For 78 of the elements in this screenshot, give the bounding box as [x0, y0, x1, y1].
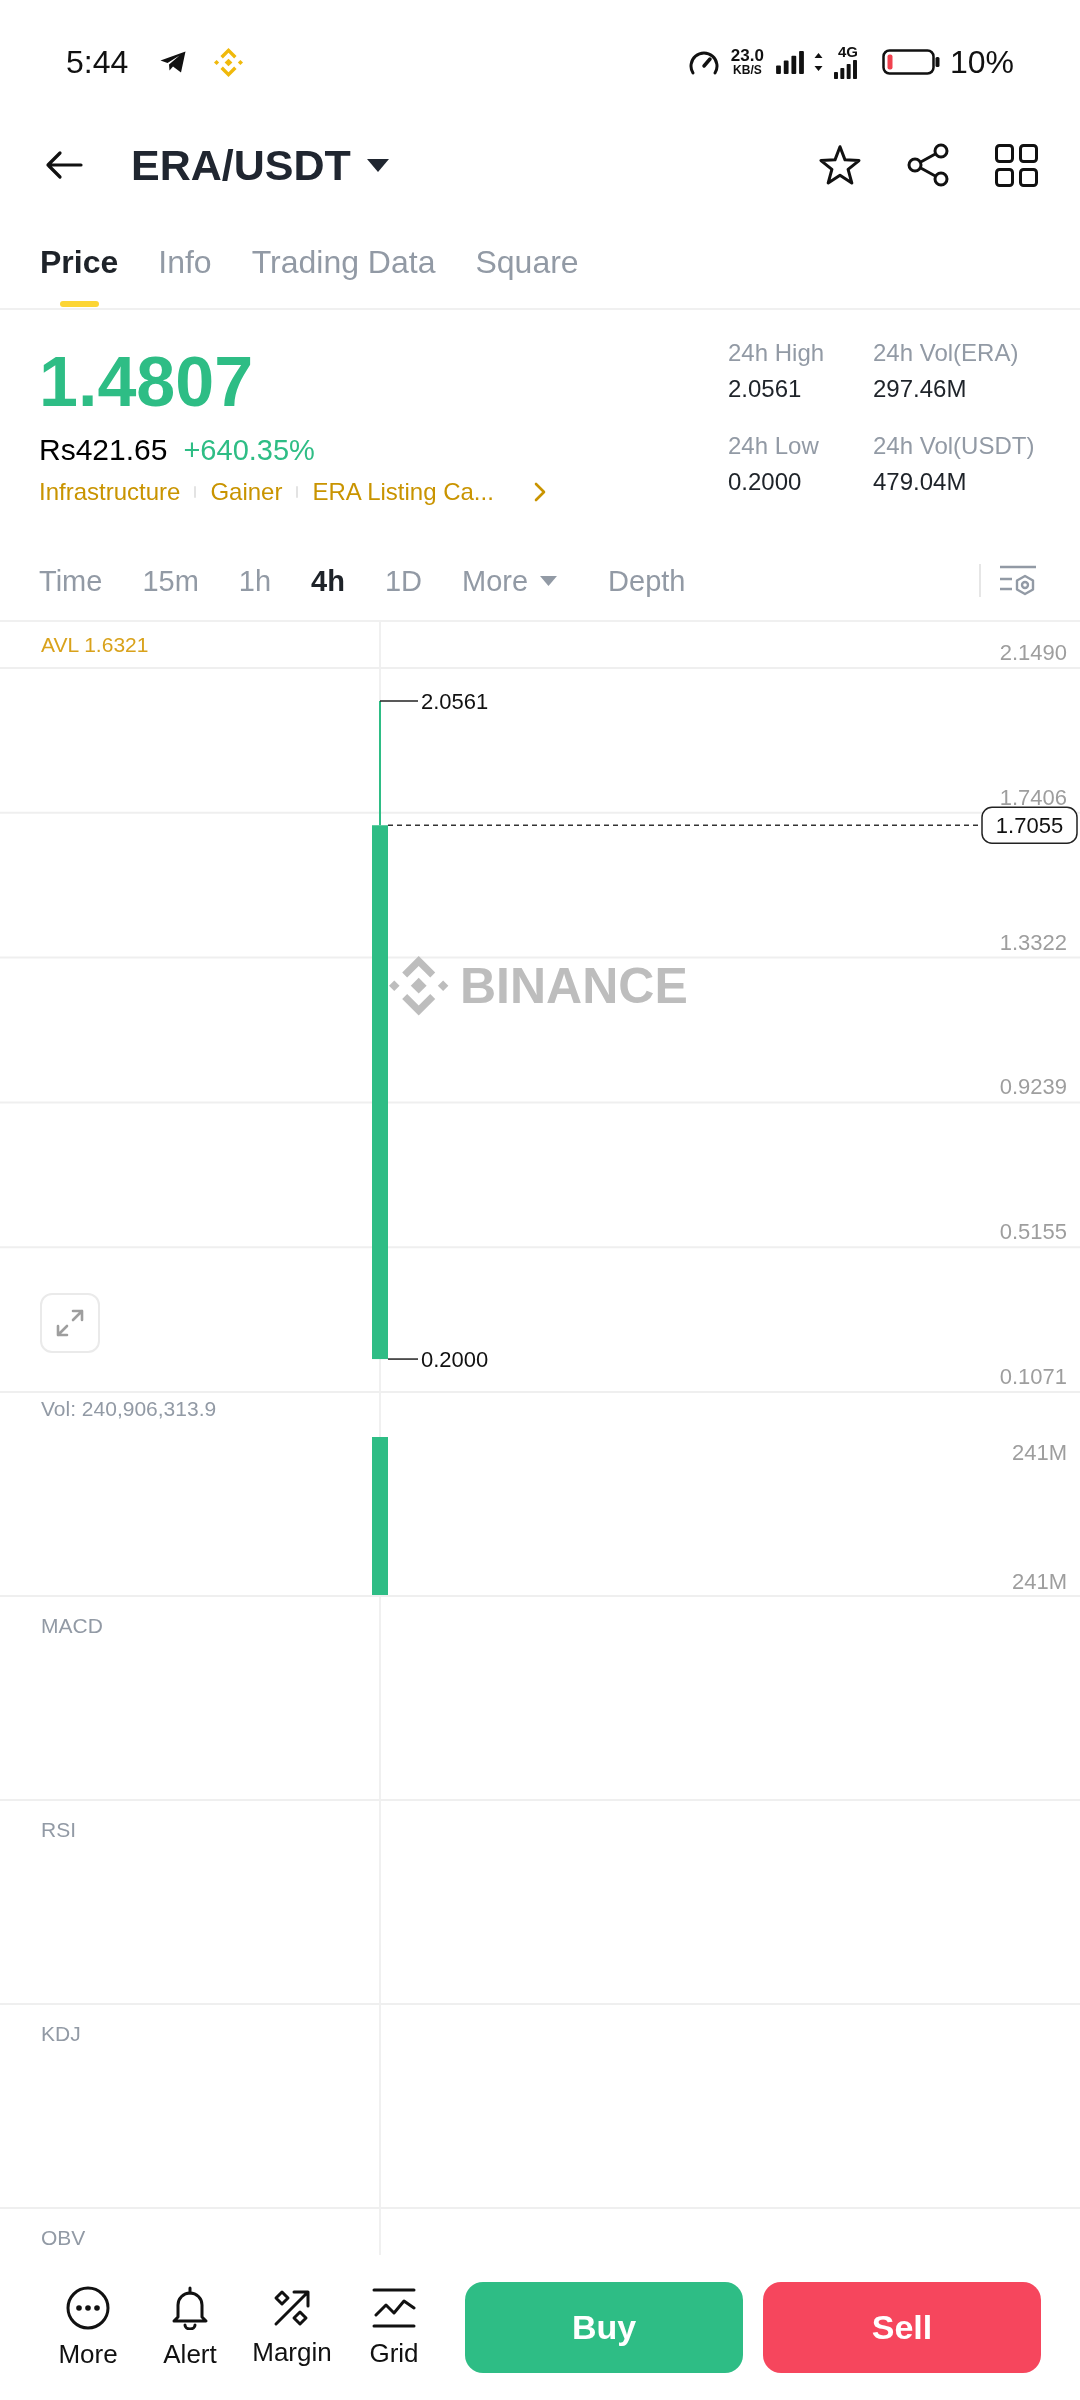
stat-value: 2.0561	[728, 374, 802, 404]
interval-tab[interactable]: Depth	[608, 563, 686, 598]
leader-line	[387, 1358, 419, 1360]
tag-link[interactable]: Infrastructure	[39, 477, 181, 507]
chart-lines-icon	[372, 2287, 416, 2329]
indicator-label: RSI	[41, 1818, 76, 1842]
tab[interactable]: Info	[158, 242, 212, 308]
last-price-tag: 1.7055	[981, 806, 1078, 844]
tab[interactable]: Price	[40, 242, 119, 308]
high-price-label: 2.0561	[421, 688, 489, 714]
axis-label: 1.3322	[999, 929, 1067, 955]
indicator-label: OBV	[41, 2226, 86, 2250]
sell-button[interactable]: Sell	[763, 2282, 1041, 2373]
tab[interactable]: Square	[475, 242, 579, 308]
caret-down-icon	[540, 575, 558, 586]
axis-label: 241M	[1011, 1440, 1067, 1465]
bell-icon	[170, 2286, 210, 2330]
grid-button[interactable]: Grid	[349, 2287, 439, 2368]
share-icon[interactable]	[907, 143, 949, 187]
watermark-text: BINANCE	[460, 958, 688, 1014]
signal-icon	[832, 60, 858, 79]
margin-button[interactable]: Margin	[247, 2288, 337, 2367]
axis-label: 2.1490	[999, 640, 1067, 665]
price-change: +640.35%	[183, 433, 315, 467]
indicator-label: MACD	[41, 1614, 103, 1638]
up-down-arrows-icon	[813, 52, 823, 72]
stat-label: 24h Vol(USDT)	[873, 431, 1035, 461]
ellipsis-circle-icon	[66, 2286, 110, 2330]
interval-tab[interactable]: 4h	[311, 563, 345, 598]
alert-button[interactable]: Alert	[145, 2286, 235, 2369]
paper-plane-icon	[160, 51, 187, 73]
chevron-right-icon[interactable]	[533, 482, 546, 502]
interval-tab[interactable]: Time	[39, 563, 103, 598]
stat-value: 0.2000	[728, 467, 802, 497]
diamond-logo-icon	[389, 956, 449, 1016]
stat-value: 297.46M	[873, 374, 967, 404]
axis-label: 0.1071	[999, 1364, 1067, 1389]
leader-line	[379, 700, 419, 702]
speed-unit: KB/S	[733, 64, 762, 77]
percent-arrow-icon	[272, 2288, 312, 2328]
more-dropdown[interactable]: More	[462, 563, 569, 598]
tab[interactable]: Trading Data	[251, 242, 436, 308]
indicator-label: KDJ	[41, 2022, 81, 2046]
stat-label: 24h Low	[728, 431, 819, 461]
last-price: 1.4807	[39, 347, 254, 417]
stat-label: 24h Vol(ERA)	[873, 338, 1019, 368]
tag-link[interactable]: ERA Listing Ca...	[312, 477, 494, 507]
stat-label: 24h High	[728, 338, 825, 368]
pair-selector[interactable]: ERA/USDT	[131, 140, 389, 190]
network-speed: 23.0	[730, 47, 764, 64]
network-type: 4G	[837, 45, 858, 59]
low-price-label: 0.2000	[421, 1347, 489, 1373]
volume-label: Vol: 240,906,313.9	[41, 1397, 217, 1420]
interval-tab[interactable]: 1D	[384, 563, 422, 598]
expand-icon	[54, 1307, 86, 1339]
buy-button[interactable]: Buy	[465, 2282, 743, 2373]
stat-value: 479.04M	[873, 467, 967, 497]
interval-tab[interactable]: 1h	[238, 563, 272, 598]
interval-tab[interactable]: 15m	[142, 563, 199, 598]
avl-label: AVL 1.6321	[41, 633, 149, 656]
axis-label: 0.5155	[999, 1219, 1067, 1245]
tag-link[interactable]: Gainer	[210, 477, 283, 507]
battery-icon	[881, 49, 940, 75]
fiat-price: Rs421.65	[39, 433, 168, 467]
diamond-logo-icon	[214, 47, 244, 77]
more-button[interactable]: More	[43, 2286, 133, 2369]
battery-percent: 10%	[949, 44, 1014, 80]
status-time: 5:44	[66, 44, 129, 80]
back-arrow-icon[interactable]	[45, 150, 83, 180]
expand-button[interactable]	[40, 1293, 100, 1353]
axis-label: 241M	[1011, 1569, 1067, 1594]
caret-down-icon	[366, 158, 389, 172]
grid-icon[interactable]	[995, 143, 1038, 187]
speedometer-icon	[688, 49, 719, 75]
chart-settings-icon[interactable]	[1000, 564, 1036, 597]
signal-icon	[775, 50, 804, 74]
axis-label: 0.9239	[999, 1074, 1067, 1100]
star-icon[interactable]	[819, 145, 861, 185]
